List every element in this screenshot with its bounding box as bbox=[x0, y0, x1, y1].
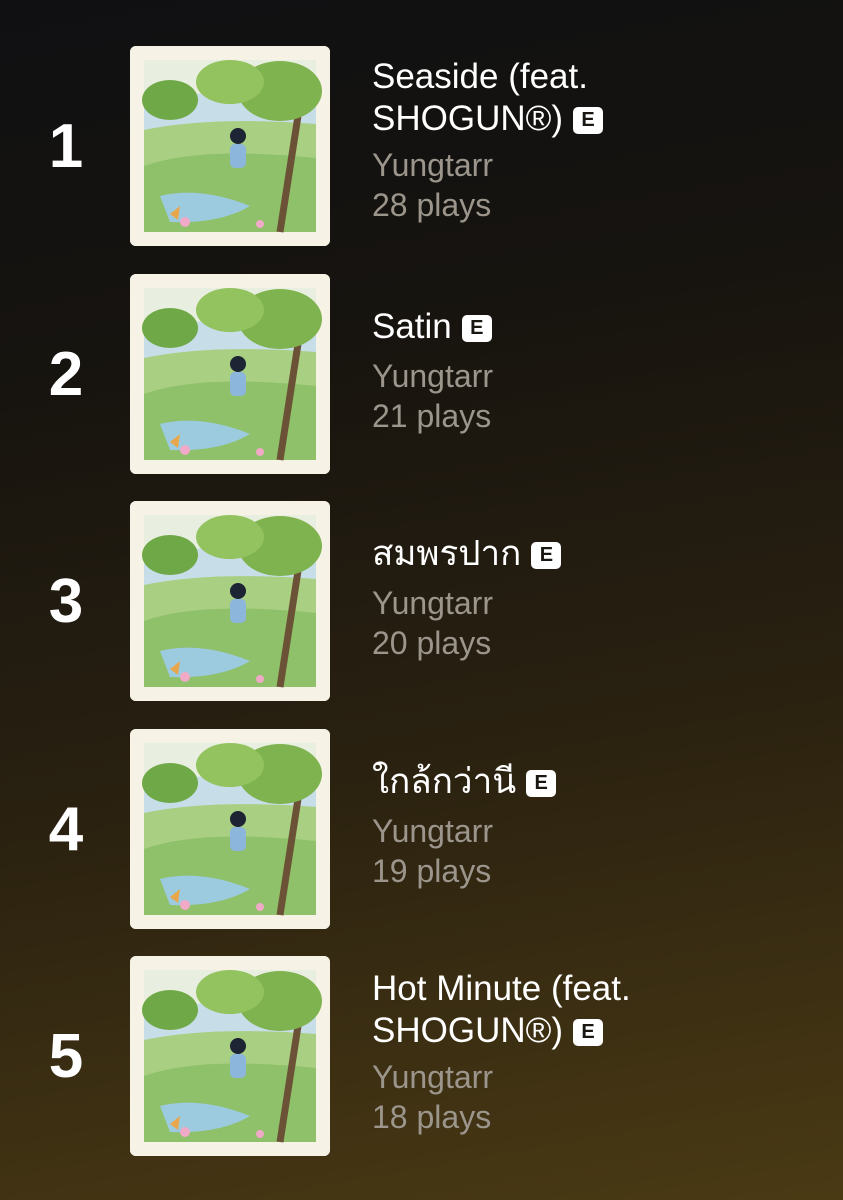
album-art-icon bbox=[130, 501, 330, 701]
track-title: ใกล้กว่านี E bbox=[372, 761, 823, 803]
explicit-badge: E bbox=[461, 315, 492, 342]
explicit-badge: E bbox=[573, 107, 604, 134]
track-row-4[interactable]: 4 ใกล้กว่านี E Yungtarr 19 plays bbox=[0, 729, 843, 929]
explicit-badge: E bbox=[526, 770, 557, 797]
track-title-line-1: Hot Minute (feat. bbox=[372, 969, 631, 1008]
track-info: Satin E Yungtarr 21 plays bbox=[372, 306, 823, 436]
track-artist: Yungtarr bbox=[372, 1059, 493, 1095]
top-tracks-list: 1 Seaside (feat. SHOGUN®) E Yungtarr 28 … bbox=[0, 0, 843, 1200]
album-art-icon bbox=[130, 46, 330, 246]
track-plays: 28 plays bbox=[372, 187, 492, 223]
track-row-2[interactable]: 2 Satin E Yungtarr 21 plays bbox=[0, 274, 843, 474]
track-rank: 1 bbox=[48, 111, 84, 181]
track-artist: Yungtarr bbox=[372, 813, 493, 849]
album-art-icon bbox=[130, 956, 330, 1156]
track-plays: 19 plays bbox=[372, 853, 492, 889]
track-title-line-2: SHOGUN®) bbox=[372, 99, 564, 138]
track-title: Seaside (feat. SHOGUN®) E bbox=[372, 56, 823, 140]
track-rank: 2 bbox=[48, 339, 84, 409]
track-plays: 21 plays bbox=[372, 398, 492, 434]
track-title: Satin E bbox=[372, 306, 823, 348]
track-rank: 5 bbox=[48, 1021, 84, 1091]
track-title-line-1: Seaside (feat. bbox=[372, 57, 588, 96]
album-art-icon bbox=[130, 274, 330, 474]
track-plays: 20 plays bbox=[372, 625, 492, 661]
track-title: สมพรปาก E bbox=[372, 533, 823, 575]
track-title: Hot Minute (feat. SHOGUN®) E bbox=[372, 968, 823, 1052]
track-row-3[interactable]: 3 สมพรปาก E Yungtarr 20 plays bbox=[0, 501, 843, 701]
track-artist: Yungtarr bbox=[372, 585, 493, 621]
album-art-icon bbox=[130, 729, 330, 929]
track-info: Hot Minute (feat. SHOGUN®) E Yungtarr 18 … bbox=[372, 968, 823, 1137]
explicit-badge: E bbox=[573, 1019, 604, 1046]
track-title-line-1: ใกล้กว่านี bbox=[372, 762, 517, 801]
track-info: สมพรปาก E Yungtarr 20 plays bbox=[372, 533, 823, 663]
track-title-line-1: สมพรปาก bbox=[372, 534, 522, 573]
track-rank: 4 bbox=[48, 794, 84, 864]
track-title-line-2: SHOGUN®) bbox=[372, 1011, 564, 1050]
track-rank: 3 bbox=[48, 566, 84, 636]
track-info: Seaside (feat. SHOGUN®) E Yungtarr 28 pla… bbox=[372, 56, 823, 225]
track-row-1[interactable]: 1 Seaside (feat. SHOGUN®) E Yungtarr 28 … bbox=[0, 46, 843, 246]
track-row-5[interactable]: 5 Hot Minute (feat. SHOGUN®) E Yungtarr … bbox=[0, 956, 843, 1156]
track-info: ใกล้กว่านี E Yungtarr 19 plays bbox=[372, 761, 823, 891]
track-artist: Yungtarr bbox=[372, 147, 493, 183]
track-artist: Yungtarr bbox=[372, 358, 493, 394]
track-title-line-1: Satin bbox=[372, 307, 452, 346]
explicit-badge: E bbox=[531, 542, 562, 569]
track-plays: 18 plays bbox=[372, 1099, 492, 1135]
